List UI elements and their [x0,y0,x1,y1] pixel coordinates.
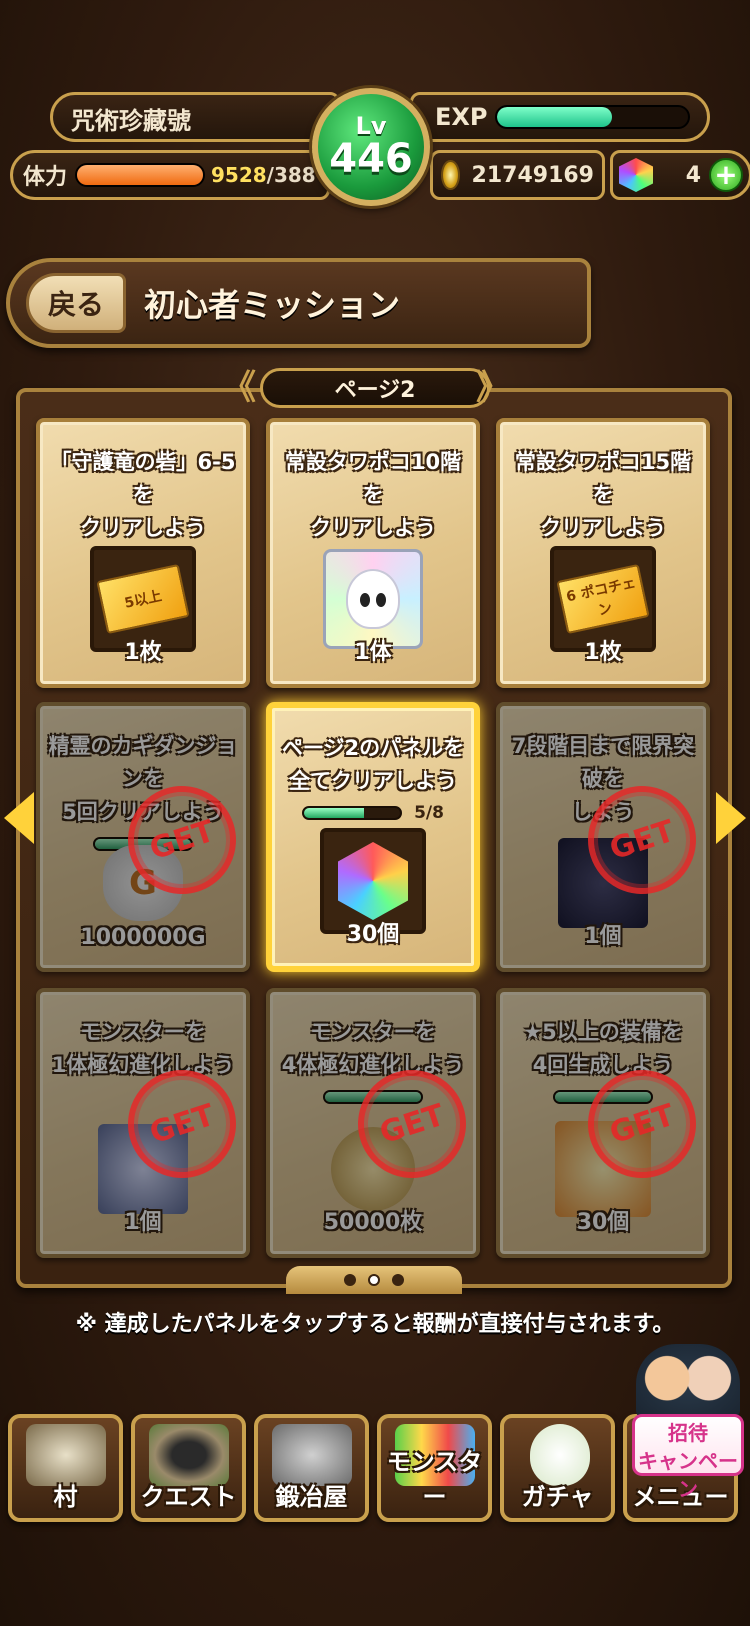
stamina-text: 9528/388 [211,163,316,187]
mission-title: 「守護竜の砦」6-5を クリアしよう [50,450,236,540]
nav-gacha-button[interactable]: ガチャ [500,1414,615,1522]
page-label-wrap: ページ2 [250,366,500,410]
stamina-current: 9528 [211,163,267,187]
nav-smithy-button[interactable]: 鍛冶屋 [254,1414,369,1522]
nav-label: モンスター [386,1448,483,1511]
exp-fill [497,107,612,127]
invite-campaign-button[interactable]: 招待 キャンペーン [632,1344,744,1501]
nav-village-button[interactable]: 村 [8,1414,123,1522]
ticket-icon: 6 ポコチェン [556,563,650,635]
reward-count: 1個 [124,1210,162,1235]
stamina-track [75,163,205,187]
mission-panel[interactable]: 常設タワポコ10階を クリアしよう 1体 [266,418,480,688]
nav-monster-button[interactable]: モンスター [377,1414,492,1522]
mission-title: 常設タワポコ10階を クリアしよう [284,450,462,540]
title-bar: 戻る 初心者ミッション [6,258,591,348]
exp-track [495,105,690,129]
next-page-arrow-icon[interactable] [716,792,746,844]
gold-counter: 21749169 [430,150,605,200]
reward-count: 1枚 [124,640,162,665]
mission-title: ★5以上の装備を 4回生成しよう [523,1020,683,1077]
reward-count: 1枚 [584,640,622,665]
orb-counter: 4 + [610,150,750,200]
campaign-label: 招待 キャンペーン [632,1414,744,1501]
coin-icon [441,160,460,190]
progress-row: 5/8 [272,802,474,824]
prev-page-arrow-icon[interactable] [4,792,34,844]
orb-icon [619,158,653,192]
mission-panel[interactable]: 常設タワポコ15階を クリアしよう 6 ポコチェン 1枚 [496,418,710,688]
reward-count: 50000枚 [323,1210,423,1235]
nav-label: クエスト [140,1483,237,1511]
monster-face-icon [346,569,400,629]
campaign-characters-icon [636,1344,740,1420]
level-badge: Lv 446 [312,88,430,206]
stamina-max: /388 [266,163,316,187]
page-title: 初心者ミッション [144,286,401,324]
nav-label: ガチャ [521,1483,594,1511]
mission-title: モンスターを 4体極幻進化しよう [281,1020,465,1077]
reward-count: 1体 [354,640,392,665]
page-label: ページ2 [260,368,490,408]
page-dot-active[interactable] [368,1274,380,1286]
nav-label: 村 [53,1483,78,1511]
mission-panel[interactable]: 「守護竜の砦」6-5を クリアしよう 5以上 1枚 [36,418,250,688]
exp-bar: EXP [410,92,710,142]
page-dot[interactable] [392,1274,404,1286]
chevron-right-icon: 》 [476,368,510,408]
reward-count: 30個 [576,1210,630,1235]
mission-title: 常設タワポコ15階を クリアしよう [514,450,692,540]
player-name: 咒術珍藏號 [50,92,340,142]
stamina-bar[interactable]: 体力 9528/388 [10,150,330,200]
add-orb-button[interactable]: + [709,158,743,192]
reward-count: 1000000G [80,925,206,950]
progress-track [302,806,403,820]
gold-value: 21749169 [471,162,594,188]
mission-title: モンスターを 1体極幻進化しよう [51,1020,235,1077]
back-button[interactable]: 戻る [26,273,126,333]
reward-count: 1個 [584,924,622,949]
progress-text: 5/8 [414,803,444,823]
level-value: 446 [329,136,413,182]
reward-count: 30個 [346,922,400,947]
page-dot[interactable] [344,1274,356,1286]
exp-label: EXP [435,103,488,131]
orb-value: 4 [685,162,701,188]
gem-icon [338,842,408,920]
mission-title: ページ2のパネルを 全てクリアしよう [281,736,465,793]
nav-label: 鍛冶屋 [275,1483,348,1511]
stamina-label: 体力 [23,165,68,190]
page-indicator [286,1266,462,1294]
level-label: Lv [355,112,387,140]
instruction-note: ※ 達成したパネルをタップすると報酬が直接付与されます。 [75,1312,675,1337]
nav-quest-button[interactable]: クエスト [131,1414,246,1522]
progress-fill [304,808,365,818]
stamina-fill [77,165,203,185]
ticket-icon: 5以上 [96,563,190,635]
status-bar: 咒術珍藏號 EXP 体力 9528/388 21749169 4 + Lv 44… [10,88,750,214]
mission-panel-current[interactable]: ページ2のパネルを 全てクリアしよう 5/8 30個 [266,702,480,972]
